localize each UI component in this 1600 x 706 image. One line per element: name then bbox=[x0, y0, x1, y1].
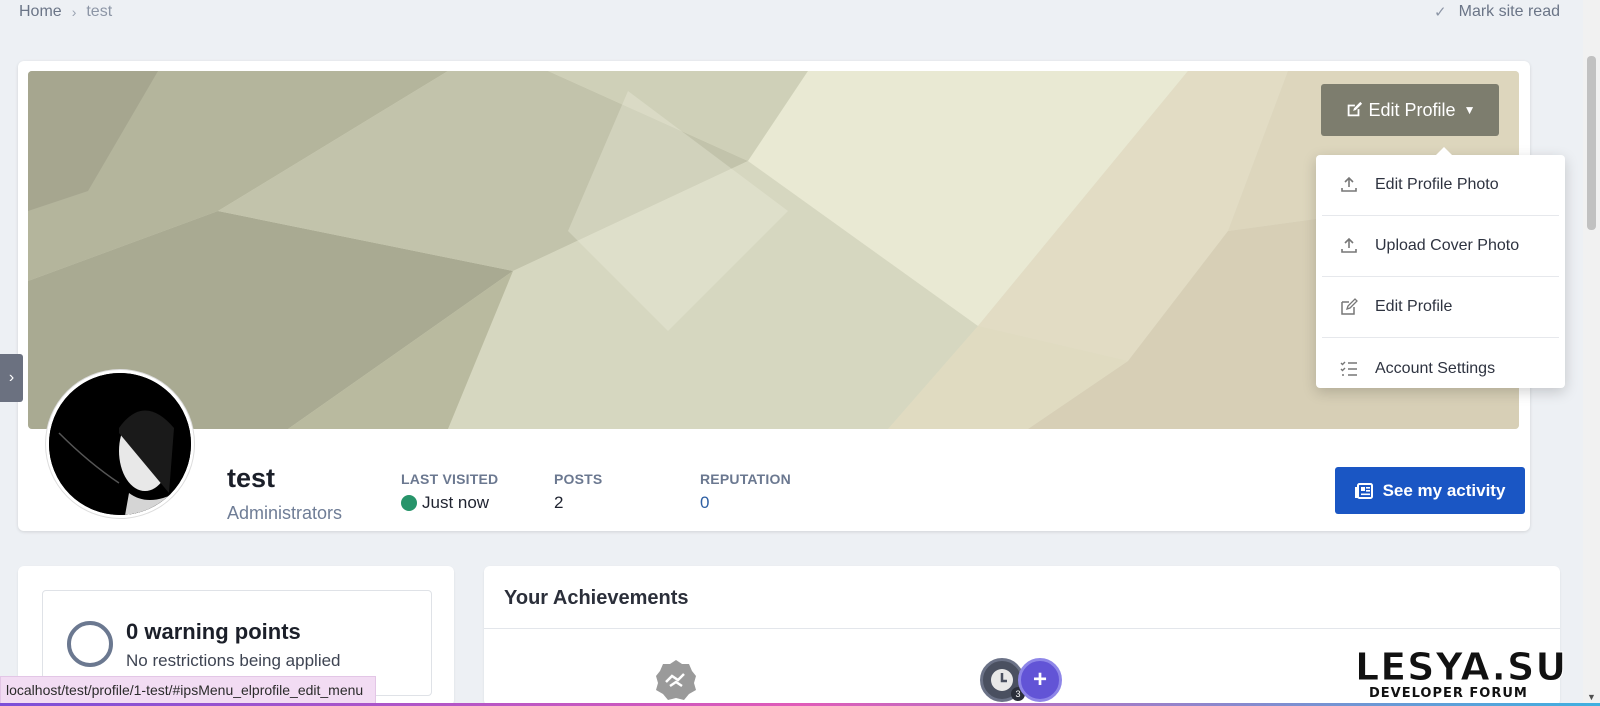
caret-down-icon: ▼ bbox=[1463, 103, 1476, 117]
browser-status-url: localhost/test/profile/1-test/#ipsMenu_e… bbox=[0, 676, 377, 704]
edit-profile-dropdown-menu: Edit Profile Photo Upload Cover Photo Ed… bbox=[1316, 147, 1565, 388]
avatar[interactable] bbox=[46, 370, 194, 518]
menu-item-edit-profile-photo[interactable]: Edit Profile Photo bbox=[1322, 155, 1559, 216]
menu-item-label: Edit Profile Photo bbox=[1375, 176, 1499, 193]
cover-photo bbox=[28, 71, 1519, 429]
edit-profile-button-label: Edit Profile bbox=[1368, 99, 1456, 120]
stat-last-visited: LAST VISITED Just now bbox=[401, 471, 498, 513]
breadcrumb-current: test bbox=[86, 3, 113, 20]
newspaper-icon bbox=[1354, 482, 1373, 499]
mark-site-read-label: Mark site read bbox=[1458, 3, 1560, 20]
scrollbar-thumb[interactable] bbox=[1587, 56, 1596, 230]
page-scrollbar[interactable]: ▼ bbox=[1583, 0, 1600, 706]
mark-site-read-link[interactable]: ✓ Mark site read bbox=[1434, 0, 1560, 24]
plus-badge-icon[interactable]: + bbox=[1018, 658, 1062, 702]
edit-profile-menu-button[interactable]: Edit Profile ▼ bbox=[1321, 84, 1499, 136]
stat-posts-value: 2 bbox=[554, 493, 564, 512]
last-visited-text: Just now bbox=[422, 493, 490, 512]
watermark-title: LESYA.SU bbox=[1355, 645, 1568, 689]
upload-icon bbox=[1341, 176, 1357, 192]
stat-reputation: REPUTATION 0 bbox=[700, 471, 791, 513]
profile-username: test bbox=[227, 463, 276, 493]
warning-restrictions-text: No restrictions being applied bbox=[126, 651, 341, 670]
scroll-down-arrow-icon[interactable]: ▼ bbox=[1587, 692, 1596, 702]
breadcrumb-home-link[interactable]: Home bbox=[19, 3, 62, 21]
achievements-title: Your Achievements bbox=[504, 587, 689, 609]
edit-icon bbox=[1341, 298, 1358, 315]
profile-group[interactable]: Administrators bbox=[227, 503, 342, 524]
menu-item-upload-cover-photo[interactable]: Upload Cover Photo bbox=[1322, 216, 1559, 277]
chevron-right-icon: › bbox=[8, 369, 15, 386]
menu-item-edit-profile[interactable]: Edit Profile bbox=[1322, 277, 1559, 338]
list-check-icon bbox=[1340, 361, 1357, 376]
stat-reputation-label: REPUTATION bbox=[700, 471, 791, 487]
check-icon: ✓ bbox=[1434, 4, 1447, 21]
sidebar-toggle-tab[interactable]: › bbox=[0, 354, 23, 402]
warning-points-title: 0 warning points bbox=[126, 619, 301, 644]
stat-last-visited-value: Just now bbox=[401, 493, 498, 513]
online-status-icon bbox=[401, 495, 417, 511]
menu-item-label: Edit Profile bbox=[1375, 298, 1453, 315]
handshake-badge-icon[interactable] bbox=[654, 658, 698, 702]
stat-reputation-value[interactable]: 0 bbox=[700, 493, 791, 513]
menu-item-label: Account Settings bbox=[1375, 359, 1496, 377]
see-my-activity-label: See my activity bbox=[1382, 480, 1506, 500]
upload-icon bbox=[1341, 237, 1357, 253]
stat-posts-label: POSTS bbox=[554, 471, 603, 487]
chevron-right-icon: › bbox=[71, 4, 77, 20]
watermark-logo: LESYA.SU DEVELOPER FORUM bbox=[1355, 648, 1585, 706]
menu-item-label: Upload Cover Photo bbox=[1375, 237, 1520, 254]
stat-posts: POSTS 2 bbox=[554, 471, 602, 513]
see-my-activity-button[interactable]: See my activity bbox=[1335, 467, 1525, 514]
breadcrumb: Home › test bbox=[19, 0, 112, 24]
stat-last-visited-label: LAST VISITED bbox=[401, 471, 499, 487]
divider bbox=[484, 628, 1560, 629]
profile-header-card: Edit Profile ▼ bbox=[18, 61, 1530, 531]
menu-item-account-settings[interactable]: Account Settings bbox=[1322, 338, 1559, 399]
edit-icon bbox=[1347, 101, 1362, 117]
warning-level-icon bbox=[67, 621, 113, 667]
